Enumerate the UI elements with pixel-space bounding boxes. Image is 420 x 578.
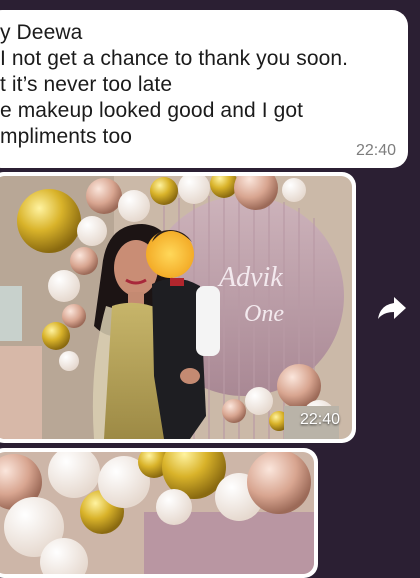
message-timestamp: 22:40 xyxy=(355,142,396,159)
photo-message-bubble-2[interactable] xyxy=(0,448,318,578)
photo-image[interactable]: Advik One 22:40 xyxy=(0,176,352,439)
backdrop-age-text: One xyxy=(244,301,284,327)
backdrop-name-text: Advik xyxy=(217,262,283,293)
forward-button[interactable] xyxy=(372,290,412,326)
message-line: e makeup looked good and I got xyxy=(0,99,304,122)
photo-message-bubble[interactable]: Advik One 22:40 xyxy=(0,172,356,443)
photo-image-2[interactable] xyxy=(0,452,314,574)
photo-timestamp: 22:40 xyxy=(299,411,340,428)
message-line: y Deewa xyxy=(0,21,83,44)
forward-arrow-icon xyxy=(378,297,406,319)
message-line: I not get a chance to thank you soon. xyxy=(0,47,349,70)
text-message-bubble[interactable]: y Deewa I not get a chance to thank you … xyxy=(0,10,408,168)
message-line: mpliments too xyxy=(0,125,133,148)
message-line: t it’s never too late xyxy=(0,73,173,96)
